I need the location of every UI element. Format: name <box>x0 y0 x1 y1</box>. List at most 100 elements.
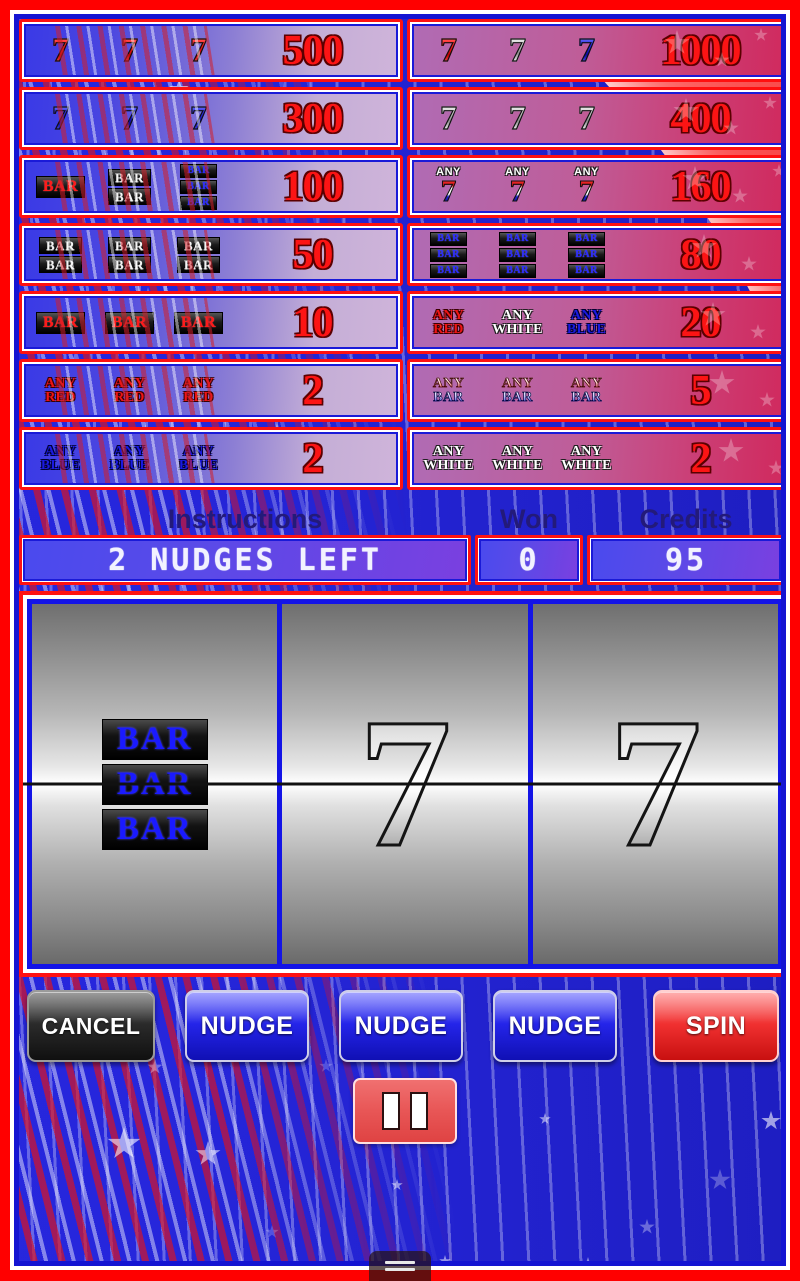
any-word-symbol-blue: ANY BLUE <box>40 443 81 473</box>
paytable-payout-amount: 10 <box>292 299 334 346</box>
any-word-line-1: ANY <box>501 307 534 323</box>
nudge-button-reel-2[interactable]: NUDGE <box>339 990 463 1062</box>
any-word-line-2: BLUE <box>40 457 81 473</box>
bar-tile: BAR <box>180 195 217 210</box>
pause-icon-bar-right <box>410 1092 428 1130</box>
any-word-line-1: ANY <box>570 443 603 459</box>
paytable-payout-amount: 50 <box>292 231 334 278</box>
payline <box>23 782 781 786</box>
paytable-row-inner: ANY RED ANY RED ANY RED 2 <box>24 364 398 417</box>
any-word-line-2: WHITE <box>423 457 474 473</box>
won-display-inner: 0 <box>479 539 579 581</box>
any-word-symbol-red: ANY RED <box>183 376 214 405</box>
instructions-label: Instructions <box>167 503 323 534</box>
seven-symbol-red: 7 <box>439 31 457 69</box>
bar-tile: BAR <box>568 231 605 246</box>
any-word-symbol-blue: ANY BLUE <box>179 444 218 473</box>
any-word-line-2: RED <box>433 321 464 337</box>
any-word-line-2: WHITE <box>492 321 543 337</box>
cancel-button[interactable]: CANCEL <box>27 990 155 1062</box>
bar-symbol-3x-blue: BAR BAR BAR <box>430 231 467 278</box>
any-word-line-2: RED <box>45 389 76 405</box>
bar-symbol-2x-white: BAR BAR <box>39 236 82 273</box>
nudge-button-reel-1[interactable]: NUDGE <box>185 990 309 1062</box>
any-word-symbol-red: ANY RED <box>44 375 77 405</box>
bar-tile: BAR <box>173 311 224 334</box>
any-word-symbol-red: ANY RED <box>113 375 146 405</box>
paytable-column-left: 7 7 7 500 7 7 7 300 BAR BAR BAR BAR BAR BAR 100 BAR BAR B… <box>19 19 403 501</box>
spin-button[interactable]: SPIN <box>653 990 779 1062</box>
bar-tile: BAR <box>499 247 536 262</box>
paytable-symbol-slot: 7 <box>95 32 164 67</box>
any-word-line-2: RED <box>183 389 214 405</box>
paytable-symbol-slot: 7 <box>164 31 233 69</box>
bar-symbol-1x-red: BAR <box>173 311 224 334</box>
bar-symbol-2x-white: BAR BAR <box>108 236 151 273</box>
bar-tile: BAR <box>177 255 220 273</box>
paytable-symbol-slot: ANY BAR <box>414 376 483 405</box>
reel-bar-tile: BAR <box>101 808 208 850</box>
paytable-symbol-slot: BAR BAR <box>95 236 164 273</box>
bar-tile: BAR <box>108 236 151 254</box>
bar-tile: BAR <box>35 311 86 334</box>
any-word-line-1: ANY <box>570 375 603 391</box>
bar-symbol-3x-blue: BAR BAR BAR <box>568 231 605 278</box>
paytable-column-right: 7 7 7 1000 7 7 7 400 ANY 7 ANY 7 ANY 7 160 BAR BAR BAR BAR… <box>407 19 781 501</box>
seven-symbol-white: 7 <box>508 99 526 137</box>
paytable-row: ANY RED ANY RED ANY RED 2 <box>19 359 403 422</box>
bar-tile: BAR <box>430 263 467 278</box>
paytable-symbol-slot: 7 <box>414 31 483 69</box>
paytable-symbol-slot: BAR <box>26 175 95 198</box>
paytable-symbol-slot: BAR BAR <box>26 236 95 273</box>
status-displays: 2 NUDGES LEFT 0 95 <box>19 533 781 587</box>
seven-symbol-blue: 7 <box>577 31 595 69</box>
credits-display: 95 <box>587 535 781 585</box>
paytable-symbol-slot: BAR BAR BAR <box>414 231 483 278</box>
control-buttons: CANCEL NUDGE NUDGE NUDGE SPIN <box>19 985 781 1067</box>
paytable-symbol-slot: 7 <box>26 32 95 67</box>
won-label: Won <box>500 503 558 534</box>
any-word-symbol-blue: ANY BLUE <box>110 443 149 473</box>
paytable-row-inner: BAR BAR BAR BAR BAR BAR 50 <box>24 228 398 281</box>
any-word-line-2: BAR <box>502 389 533 405</box>
paytable-symbol-slot: BAR BAR BAR <box>483 231 552 278</box>
bar-tile: BAR <box>108 255 151 273</box>
paytable-payout-amount: 400 <box>670 95 732 142</box>
android-menu-button[interactable] <box>369 1251 431 1281</box>
any-word-line-1: ANY <box>113 375 146 391</box>
status-labels: Instructions Won Credits <box>19 503 781 535</box>
any-seven-symbol: ANY 7 <box>505 167 530 207</box>
reels-container: BAR BAR BAR 7 7 <box>23 599 781 969</box>
paytable-row-inner: ANY BAR ANY BAR ANY BAR 5 <box>412 364 781 417</box>
paytable-symbol-slot: ANY BAR <box>552 375 621 405</box>
any-word-line-2: WHITE <box>561 457 612 473</box>
paytable-payout-amount: 2 <box>690 435 712 482</box>
pause-button[interactable] <box>353 1078 457 1144</box>
menu-icon-line-top <box>385 1261 415 1264</box>
credits-value: 95 <box>664 542 708 578</box>
any-seven-symbol: ANY 7 <box>436 167 461 207</box>
any-word-line-1: ANY <box>113 443 146 459</box>
paytable-symbol-slot: 7 <box>414 99 483 137</box>
seven-symbol-white: 7 <box>439 99 457 137</box>
paytable-symbol-slot: ANY BAR <box>483 376 552 405</box>
any-word-line-1: ANY <box>570 307 603 323</box>
any-seven-symbol: ANY 7 <box>574 167 599 207</box>
paytable-symbol-slot: ANY WHITE <box>414 444 483 473</box>
paytable-row: 7 7 7 300 <box>19 87 403 150</box>
bar-symbol-1x-red: BAR <box>104 311 155 334</box>
paytable-symbol-slot: ANY RED <box>164 376 233 405</box>
any-word-line-2: RED <box>114 389 145 405</box>
paytable-symbol-slot: 7 <box>26 100 95 135</box>
paytable-symbol-slot: ANY RED <box>26 375 95 405</box>
seven-symbol-red: 7 <box>189 31 207 69</box>
any-word-line-1: ANY <box>44 443 77 459</box>
paytable-symbol-slot: 7 <box>552 31 621 69</box>
nudge-button-reel-3[interactable]: NUDGE <box>493 990 617 1062</box>
paytable-symbol-slot: ANY 7 <box>552 167 621 207</box>
pause-icon-bar-left <box>382 1092 400 1130</box>
any-word-line-2: BLUE <box>566 321 607 337</box>
bar-tile: BAR <box>180 179 217 194</box>
paytable-row: BAR BAR BAR 10 <box>19 291 403 354</box>
any-word-line-1: ANY <box>44 375 77 391</box>
